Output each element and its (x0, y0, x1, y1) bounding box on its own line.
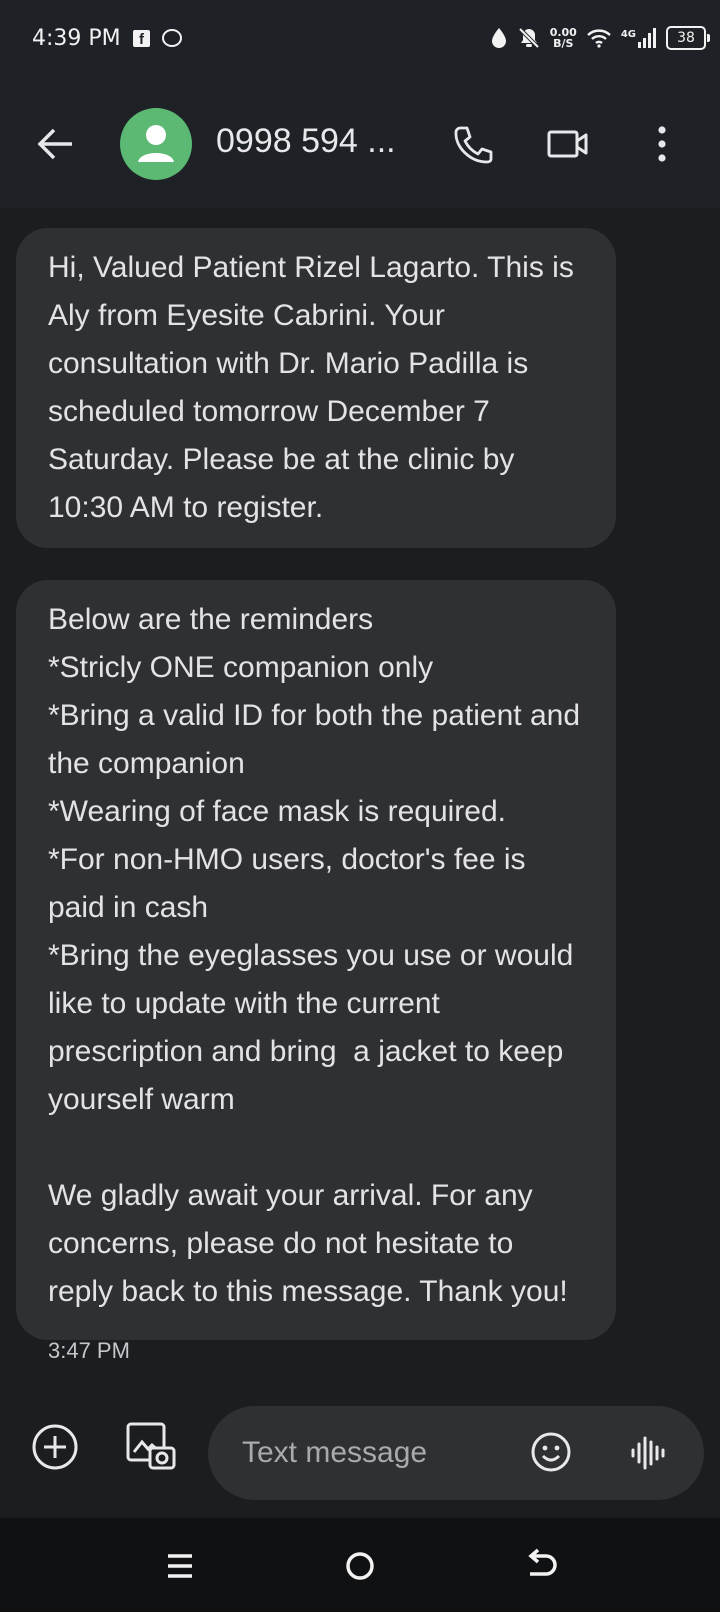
message-input[interactable] (240, 1428, 504, 1478)
more-vert-icon (658, 126, 666, 162)
message-bubble[interactable]: Below are the reminders *Stricly ONE com… (16, 580, 616, 1340)
contact-name[interactable]: 0998 594 ... (216, 122, 396, 161)
facebook-icon: f (133, 29, 150, 48)
video-call-button[interactable] (546, 122, 590, 166)
wifi-icon (587, 29, 611, 48)
conversation-header: 0998 594 ... (0, 82, 720, 208)
more-options-button[interactable] (642, 122, 682, 166)
emoji-button[interactable] (530, 1431, 572, 1473)
voice-message-button[interactable] (628, 1433, 668, 1473)
data-saver-icon (491, 28, 506, 48)
notification-icons: f (133, 29, 182, 48)
back-icon (528, 1548, 557, 1576)
emoji-icon (531, 1432, 571, 1472)
gallery-icon (126, 1422, 176, 1470)
back-button[interactable] (34, 122, 78, 166)
call-button[interactable] (451, 122, 495, 166)
compose-bar (0, 1394, 720, 1518)
status-right: 0.00 B/S 4G 38 (490, 26, 710, 50)
voice-icon (631, 1436, 665, 1470)
status-bar: 4:39 PM f 0.00 B/S 4G 38 (0, 0, 720, 82)
gallery-button[interactable] (124, 1420, 178, 1474)
back-arrow-icon (37, 128, 72, 160)
phone-icon (454, 126, 493, 164)
network-speed: 0.00 B/S (550, 27, 577, 49)
network-type: 4G (620, 28, 636, 40)
nav-back-button[interactable] (520, 1546, 560, 1586)
message-field[interactable] (208, 1406, 704, 1500)
add-attachment-button[interactable] (30, 1422, 80, 1472)
video-call-icon (547, 130, 588, 158)
status-time: 4:39 PM (32, 26, 121, 51)
recents-icon (168, 1554, 192, 1578)
chat-head-icon (162, 29, 182, 47)
signal-icon (638, 28, 656, 48)
message-list[interactable]: Hi, Valued Patient Rizel Lagarto. This i… (0, 208, 720, 1408)
recents-button[interactable] (160, 1546, 200, 1586)
system-nav-bar (0, 1518, 720, 1612)
avatar[interactable] (120, 108, 192, 180)
home-button[interactable] (340, 1546, 380, 1586)
speed-unit: B/S (553, 37, 574, 50)
add-icon (32, 1424, 78, 1470)
message-timestamp: 3:47 PM (48, 1338, 130, 1363)
battery-icon: 38 (666, 26, 710, 50)
message-bubble[interactable]: Hi, Valued Patient Rizel Lagarto. This i… (16, 228, 616, 548)
home-icon (346, 1552, 374, 1580)
avatar-person-icon (138, 125, 174, 162)
mute-icon (518, 27, 540, 49)
